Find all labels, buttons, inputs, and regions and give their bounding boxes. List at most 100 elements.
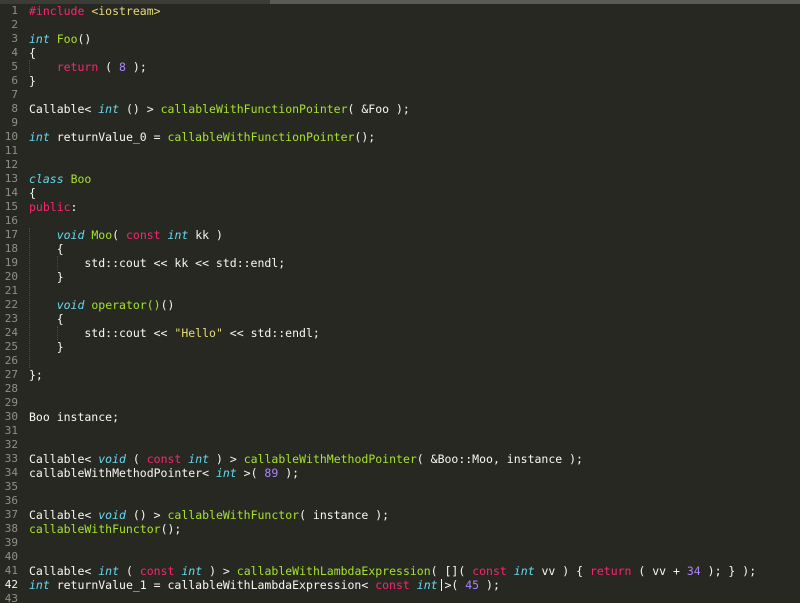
code-text[interactable]: {	[29, 46, 36, 60]
code-line[interactable]: 4{	[0, 46, 800, 60]
code-text[interactable]: {	[29, 186, 36, 200]
code-line[interactable]: 1 #include <iostream>	[0, 4, 800, 18]
code-line[interactable]: 20 }	[0, 270, 800, 284]
line-number: 11	[4, 144, 18, 157]
code-text[interactable]: public:	[29, 200, 77, 214]
code-line[interactable]: 13 class Boo	[0, 172, 800, 186]
code-text[interactable]: Callable< int () > callableWithFunctionP…	[29, 102, 410, 116]
code-text[interactable]: Callable< void () > callableWithFunctor(…	[29, 508, 389, 522]
code-line[interactable]: 22 void operator()()	[0, 298, 800, 312]
code-line[interactable]: 23 {	[0, 312, 800, 326]
code-line[interactable]: 38 callableWithFunctor();	[0, 522, 800, 536]
text-caret	[441, 579, 442, 591]
code-line[interactable]: 33 Callable< void ( const int ) > callabl…	[0, 452, 800, 466]
code-line[interactable]: 40	[0, 550, 800, 564]
line-number: 22	[4, 298, 18, 311]
indent-guide	[57, 256, 58, 270]
code-text[interactable]: #include <iostream>	[29, 4, 161, 18]
line-number: 26	[4, 354, 18, 367]
line-number: 8	[11, 102, 18, 115]
code-text[interactable]: return ( 8 );	[29, 60, 147, 74]
code-editor[interactable]: 1 #include <iostream> 2 3 int Foo() 4{5 retur…	[0, 0, 800, 603]
code-line[interactable]: 10 int returnValue_0 = callableWithFuncti…	[0, 130, 800, 144]
code-line[interactable]: 27};	[0, 368, 800, 382]
code-text[interactable]: }	[29, 74, 36, 88]
code-line[interactable]: 11	[0, 144, 800, 158]
code-line[interactable]: 29	[0, 396, 800, 410]
code-line[interactable]: 25 }	[0, 340, 800, 354]
code-token: Callable<	[29, 452, 99, 466]
code-line[interactable]: 2	[0, 18, 800, 32]
code-token: operator()	[91, 298, 161, 312]
line-number: 35	[4, 480, 18, 493]
code-line[interactable]: 36	[0, 494, 800, 508]
code-line[interactable]: 19 std::cout << kk << std::endl;	[0, 256, 800, 270]
code-line[interactable]: 39	[0, 536, 800, 550]
code-line[interactable]: 35	[0, 480, 800, 494]
code-text[interactable]: };	[29, 368, 43, 382]
code-line[interactable]: 17 void Moo( const int kk )	[0, 228, 800, 242]
code-line[interactable]: 21	[0, 284, 800, 298]
code-text[interactable]: void operator()()	[29, 298, 175, 312]
code-line[interactable]: 9	[0, 116, 800, 130]
code-line[interactable]: 34 callableWithMethodPointer< int >( 89 )…	[0, 466, 800, 480]
code-line[interactable]: 42 int returnValue_1 = callableWithLambda…	[0, 578, 800, 592]
code-line[interactable]: 16	[0, 214, 800, 228]
line-number: 1	[11, 4, 18, 17]
code-line[interactable]: 32	[0, 438, 800, 452]
code-text[interactable]: callableWithFunctor();	[29, 522, 181, 536]
code-token: }	[29, 270, 64, 284]
code-line[interactable]: 8 Callable< int () > callableWithFunction…	[0, 102, 800, 116]
line-number: 20	[4, 270, 18, 283]
code-line[interactable]: 31	[0, 424, 800, 438]
code-text[interactable]: {	[29, 312, 64, 326]
code-token: 45	[465, 578, 480, 592]
code-area[interactable]: 1 #include <iostream> 2 3 int Foo() 4{5 retur…	[0, 4, 800, 603]
code-text[interactable]: class Boo	[29, 172, 91, 186]
code-line[interactable]: 30 Boo instance;	[0, 410, 800, 424]
code-line[interactable]: 12	[0, 158, 800, 172]
code-token: callableWithLambdaExpression	[236, 564, 431, 578]
code-line[interactable]: 37 Callable< void () > callableWithFuncto…	[0, 508, 800, 522]
code-text[interactable]: void Moo( const int kk )	[29, 228, 223, 242]
code-line[interactable]: 24 std::cout << "Hello" << std::endl;	[0, 326, 800, 340]
code-token: 8	[119, 60, 126, 74]
code-token: () >	[119, 102, 161, 116]
code-text[interactable]: Callable< int ( const int ) > callableWi…	[29, 564, 756, 578]
code-token: {	[29, 186, 36, 200]
code-text[interactable]: }	[29, 340, 64, 354]
code-text[interactable]: callableWithMethodPointer< int >( 89 );	[29, 466, 299, 480]
code-line[interactable]: 41 Callable< int ( const int ) > callable…	[0, 564, 800, 578]
code-line[interactable]: 15 public:	[0, 200, 800, 214]
code-line[interactable]: 14 {	[0, 186, 800, 200]
line-number: 41	[4, 564, 18, 577]
code-line[interactable]: 28	[0, 382, 800, 396]
code-text[interactable]: std::cout << "Hello" << std::endl;	[29, 326, 319, 340]
code-text[interactable]: int returnValue_0 = callableWithFunction…	[29, 130, 375, 144]
code-text[interactable]: }	[29, 270, 64, 284]
code-line[interactable]: 26	[0, 354, 800, 368]
line-number: 2	[11, 18, 18, 31]
code-text[interactable]: Boo instance;	[29, 410, 119, 424]
code-line[interactable]: 7	[0, 88, 800, 102]
code-token: int	[513, 564, 535, 578]
code-line[interactable]: 3 int Foo()	[0, 32, 800, 46]
code-text[interactable]: std::cout << kk << std::endl;	[29, 256, 285, 270]
code-text[interactable]: int Foo()	[29, 32, 91, 46]
code-token: :	[70, 200, 78, 214]
code-text[interactable]: {	[29, 242, 64, 256]
code-token: };	[29, 368, 43, 382]
code-token: (	[98, 60, 120, 74]
code-line[interactable]: 18 {	[0, 242, 800, 256]
code-line[interactable]: 43	[0, 592, 800, 603]
code-text[interactable]: Callable< void ( const int ) > callableW…	[29, 452, 583, 466]
code-line[interactable]: 5 return ( 8 );	[0, 60, 800, 74]
code-token: int	[188, 452, 210, 466]
code-text[interactable]: int returnValue_1 = callableWithLambdaEx…	[29, 578, 500, 592]
code-token: Moo	[91, 228, 113, 242]
code-line[interactable]: 6}	[0, 74, 800, 88]
